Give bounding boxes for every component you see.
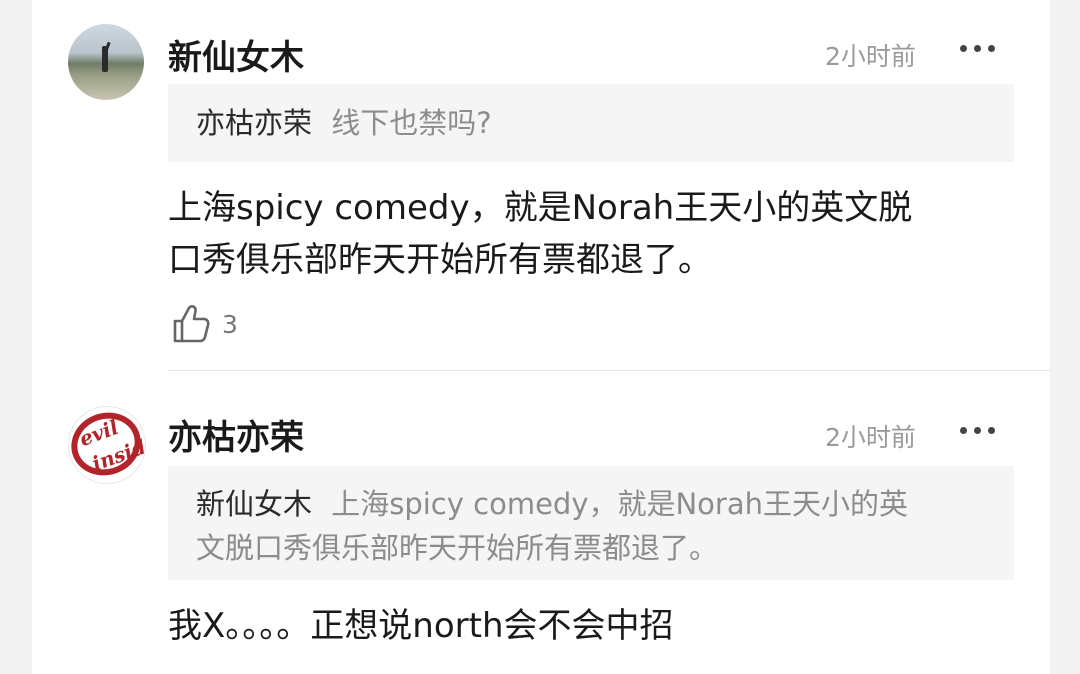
comment-body-line: 上海spicy comedy，就是Norah王天小的英文脱 xyxy=(168,188,913,228)
avatar[interactable] xyxy=(68,24,144,100)
comment-body: 上海spicy comedy，就是Norah王天小的英文脱 口秀俱乐部昨天开始所… xyxy=(168,182,988,286)
comment-panel: 新仙女木 2小时前 亦枯亦荣 线下也禁吗? 上海spicy comedy，就是N… xyxy=(32,0,1050,674)
ellipsis-icon xyxy=(988,427,995,434)
timestamp: 2小时前 xyxy=(825,42,916,71)
comment-body-line: 我X。。。。正想说north会不会中招 xyxy=(168,606,674,646)
ellipsis-icon xyxy=(974,427,981,434)
quoted-username[interactable]: 新仙女木 xyxy=(196,487,312,521)
quoted-text: 线下也禁吗? xyxy=(331,106,492,140)
username[interactable]: 新仙女木 xyxy=(168,30,304,79)
person-arm xyxy=(104,41,111,53)
ellipsis-icon xyxy=(988,45,995,52)
quoted-line: 新仙女木 上海spicy comedy，就是Norah王天小的英 xyxy=(196,482,986,526)
more-options-button[interactable] xyxy=(958,420,998,440)
timestamp: 2小时前 xyxy=(825,423,916,452)
comment-body-line: 口秀俱乐部昨天开始所有票都退了。 xyxy=(168,240,712,280)
username[interactable]: 亦枯亦荣 xyxy=(168,410,304,459)
quoted-reply: 新仙女木 上海spicy comedy，就是Norah王天小的英 文脱口秀俱乐部… xyxy=(168,466,1014,580)
thumbs-up-icon xyxy=(173,305,210,343)
divider xyxy=(168,370,1050,371)
avatar[interactable]: evil inside xyxy=(68,406,146,484)
ellipsis-icon xyxy=(960,427,967,434)
like-count: 3 xyxy=(222,310,238,339)
more-options-button[interactable] xyxy=(958,38,998,58)
quoted-text: 文脱口秀俱乐部昨天开始所有票都退了。 xyxy=(196,531,719,565)
ellipsis-icon xyxy=(960,45,967,52)
quoted-username[interactable]: 亦枯亦荣 xyxy=(196,106,312,140)
ellipsis-icon xyxy=(974,45,981,52)
quoted-text: 上海spicy comedy，就是Norah王天小的英 xyxy=(331,487,908,521)
quoted-reply: 亦枯亦荣 线下也禁吗? xyxy=(168,84,1014,162)
comment-body: 我X。。。。正想说north会不会中招 xyxy=(168,600,988,652)
